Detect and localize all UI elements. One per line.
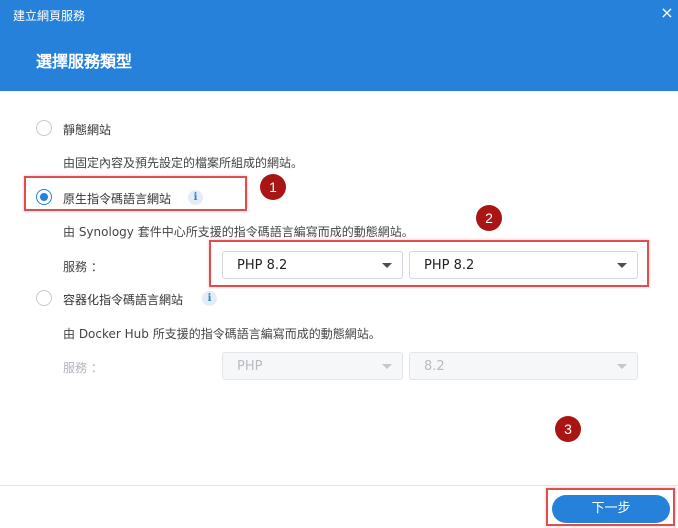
container-service-select-value: PHP xyxy=(237,359,263,374)
option-containerized-script-website-label: 容器化指令碼語言網站 xyxy=(63,293,184,307)
service-label: 服務 ： xyxy=(63,260,103,274)
container-version-select: 8.2 xyxy=(409,352,638,380)
info-icon[interactable]: i xyxy=(202,291,217,306)
window-title: 建立網頁服務 xyxy=(13,9,86,23)
highlight-box-native-option xyxy=(24,176,247,211)
step-badge-2: 2 xyxy=(476,205,502,231)
option-containerized-script-website-description: 由 Docker Hub 所支援的指令碼語言編寫而成的動態網站。 xyxy=(63,327,381,341)
chevron-down-icon xyxy=(382,364,392,369)
highlight-box-service-selects xyxy=(209,240,649,287)
step-badge-3: 3 xyxy=(555,416,581,442)
container-service-select: PHP xyxy=(222,352,403,380)
radio-static-website[interactable] xyxy=(36,120,52,136)
step-badge-1: 1 xyxy=(260,174,286,200)
close-icon[interactable]: × xyxy=(659,4,675,22)
option-static-website-label: 靜態網站 xyxy=(63,123,112,137)
option-static-website-description: 由固定內容及預先設定的檔案所組成的網站。 xyxy=(63,156,304,170)
chevron-down-icon xyxy=(617,364,627,369)
container-version-select-value: 8.2 xyxy=(424,359,445,374)
dialog-header: 建立網頁服務 × 選擇服務類型 xyxy=(0,0,678,91)
option-native-script-website-description: 由 Synology 套件中心所支援的指令碼語言編寫而成的動態網站。 xyxy=(63,225,414,239)
footer-divider xyxy=(0,485,678,486)
highlight-box-next-button xyxy=(546,488,675,526)
radio-containerized-script-website[interactable] xyxy=(36,290,52,306)
step-title: 選擇服務類型 xyxy=(36,52,133,71)
container-service-label: 服務 ： xyxy=(63,361,103,375)
